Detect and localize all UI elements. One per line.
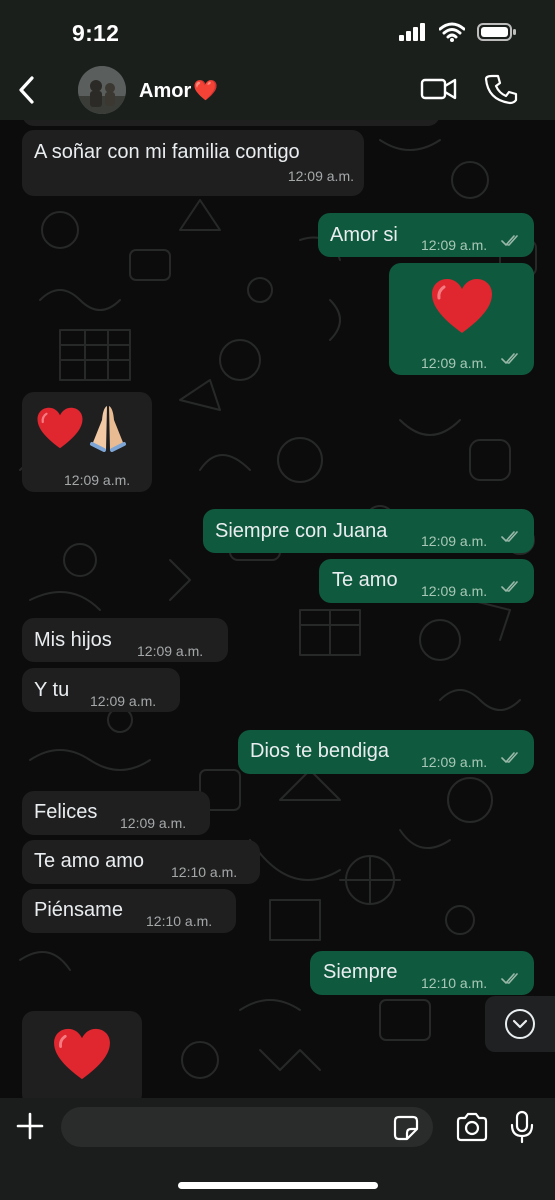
double-check-icon [501, 531, 518, 543]
message-incoming[interactable]: Piénsame 12:10 a.m. [22, 889, 236, 933]
attach-button[interactable] [14, 1110, 46, 1142]
message-incoming[interactable]: Felices 12:09 a.m. [22, 791, 210, 835]
message-text: Felices [34, 801, 98, 823]
message-outgoing[interactable]: Amor si 12:09 a.m. [318, 213, 534, 257]
status-bar: 9:12 [0, 0, 555, 62]
scroll-to-bottom-button[interactable] [485, 996, 555, 1052]
avatar[interactable] [78, 66, 126, 114]
message-incoming[interactable]: A soñar con mi familia contigo 12:09 a.m… [22, 130, 364, 196]
back-button[interactable] [12, 72, 42, 108]
video-camera-icon [420, 78, 457, 100]
message-text: Amor si [330, 224, 398, 246]
message-text: Siempre [323, 961, 398, 983]
heart-emoji [37, 407, 83, 449]
message-time: 12:09 a.m. [421, 355, 488, 371]
message-time: 12:09 a.m. [421, 754, 488, 770]
message-time: 12:09 a.m. [421, 583, 488, 599]
message-time: 12:09 a.m. [64, 472, 131, 488]
contact-heart-emoji: ❤️ [193, 80, 219, 102]
message-outgoing[interactable]: Siempre con Juana 12:09 a.m. [203, 509, 534, 553]
home-indicator[interactable] [178, 1182, 378, 1189]
battery-icon [477, 23, 516, 41]
message-text: Piénsame [34, 899, 123, 921]
message-outgoing-emoji[interactable]: 12:09 a.m. [389, 263, 534, 375]
contact-name-text: Amor [139, 80, 192, 102]
double-check-icon [501, 235, 518, 247]
message-time: 12:09 a.m. [421, 533, 488, 549]
microphone-button[interactable] [509, 1110, 535, 1144]
message-text: Te amo [332, 569, 398, 591]
message-time: 12:10 a.m. [421, 975, 488, 991]
message-input[interactable] [61, 1107, 433, 1147]
contact-name[interactable]: Amor ❤️ [139, 78, 218, 103]
message-time: 12:09 a.m. [137, 643, 204, 659]
message-incoming[interactable]: Te amo amo 12:10 a.m. [22, 840, 260, 884]
message-text: Mis hijos [34, 629, 112, 651]
message-outgoing[interactable]: Te amo 12:09 a.m. [319, 559, 534, 603]
message-outgoing[interactable]: Siempre 12:10 a.m. [310, 951, 534, 995]
chat-header: Amor ❤️ [0, 62, 555, 120]
status-time: 9:12 [72, 20, 120, 46]
video-call-button[interactable] [420, 74, 458, 104]
message-text: Te amo amo [34, 850, 145, 872]
heart-emoji [432, 279, 492, 333]
camera-icon [456, 1112, 488, 1142]
message-composer [0, 1098, 555, 1200]
cellular-signal-icon [399, 23, 425, 41]
double-check-icon [501, 752, 518, 764]
status-icons [399, 22, 517, 42]
avatar-photo [78, 66, 126, 114]
double-check-icon [501, 581, 518, 593]
voice-call-button[interactable] [484, 72, 518, 106]
chevron-left-icon [19, 76, 34, 104]
sticker-icon [393, 1115, 419, 1141]
plus-icon [16, 1112, 44, 1140]
message-text: Y tu [34, 679, 70, 701]
message-outgoing[interactable]: Dios te bendiga 12:09 a.m. [238, 730, 534, 774]
message-time: 12:10 a.m. [171, 864, 238, 880]
message-time: 12:10 a.m. [146, 913, 213, 929]
message-incoming-emoji[interactable]: 12:09 a.m. [22, 392, 152, 492]
chevron-down-icon [505, 1009, 535, 1039]
message-time: 12:09 a.m. [421, 237, 488, 253]
chat-screen: 9:12 Amor ❤️ A soñar con mi familia cont… [0, 0, 555, 1200]
message-incoming[interactable]: Y tu 12:09 a.m. [22, 668, 180, 712]
heart-emoji [54, 1028, 110, 1080]
double-check-icon [501, 353, 518, 365]
message-time: 12:09 a.m. [90, 693, 157, 709]
message-text: A soñar con mi familia contigo [34, 141, 300, 163]
message-incoming[interactable]: Mis hijos 12:09 a.m. [22, 618, 228, 662]
sticker-button[interactable] [393, 1115, 419, 1141]
message-time: 12:09 a.m. [120, 815, 187, 831]
message-incoming-emoji[interactable] [22, 1011, 142, 1106]
message-time: 12:09 a.m. [287, 168, 354, 184]
message-text: Siempre con Juana [215, 520, 388, 542]
microphone-icon [510, 1110, 534, 1144]
wifi-icon [439, 22, 465, 42]
phone-icon [484, 74, 518, 105]
message-text: Dios te bendiga [250, 740, 389, 762]
praying-hands-emoji [90, 406, 126, 452]
camera-button[interactable] [455, 1112, 489, 1142]
double-check-icon [501, 973, 518, 985]
